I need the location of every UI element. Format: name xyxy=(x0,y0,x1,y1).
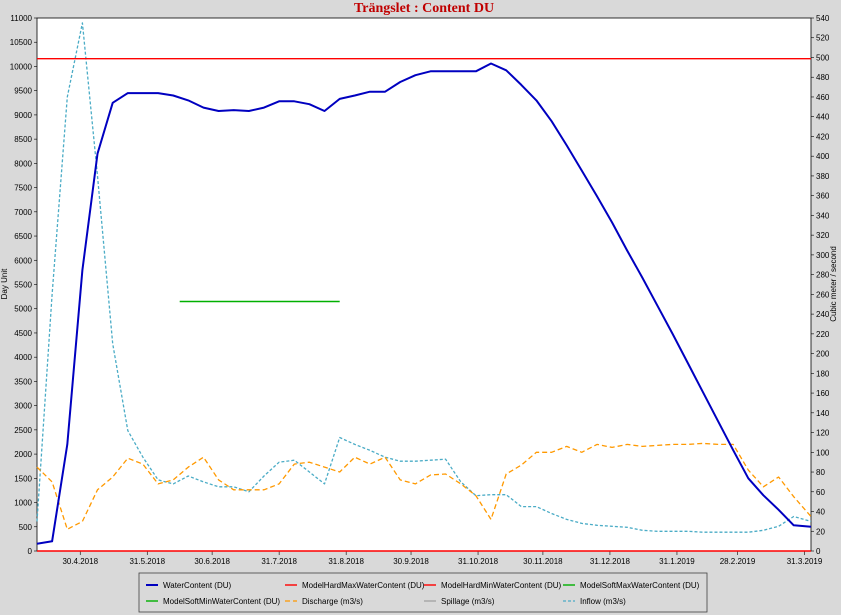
y2-tick-label: 140 xyxy=(816,409,830,418)
y-tick-label: 500 xyxy=(19,523,33,532)
y-axis-title: Day Unit xyxy=(0,268,9,299)
y-tick-label: 1000 xyxy=(14,499,32,508)
y2-tick-label: 300 xyxy=(816,251,830,260)
y-tick-label: 10000 xyxy=(10,62,33,71)
y-tick-label: 8000 xyxy=(14,159,32,168)
y2-tick-label: 280 xyxy=(816,271,830,280)
y-tick-label: 9000 xyxy=(14,111,32,120)
y2-tick-label: 160 xyxy=(816,389,830,398)
y2-tick-label: 200 xyxy=(816,350,830,359)
y-tick-label: 4000 xyxy=(14,353,32,362)
y2-tick-label: 520 xyxy=(816,34,830,43)
y2-tick-label: 540 xyxy=(816,14,830,23)
legend-label: WaterContent (DU) xyxy=(163,581,232,590)
y-tick-label: 2500 xyxy=(14,426,32,435)
plot-area xyxy=(36,17,812,552)
y-tick-label: 0 xyxy=(28,547,33,556)
x-tick-label: 31.5.2018 xyxy=(129,557,165,566)
y-tick-label: 2000 xyxy=(14,450,32,459)
y-tick-label: 1500 xyxy=(14,474,32,483)
x-tick-label: 31.8.2018 xyxy=(328,557,364,566)
y-tick-label: 5000 xyxy=(14,305,32,314)
x-tick-label: 30.6.2018 xyxy=(194,557,230,566)
y-tick-label: 3500 xyxy=(14,377,32,386)
legend xyxy=(138,572,708,613)
y2-tick-label: 180 xyxy=(816,369,830,378)
y-tick-label: 8500 xyxy=(14,135,32,144)
y2-tick-label: 500 xyxy=(816,53,830,62)
x-tick-label: 31.3.2019 xyxy=(787,557,823,566)
y2-tick-label: 80 xyxy=(816,468,825,477)
y2-tick-label: 260 xyxy=(816,290,830,299)
x-tick-label: 31.10.2018 xyxy=(458,557,499,566)
y2-tick-label: 440 xyxy=(816,113,830,122)
y2-tick-label: 400 xyxy=(816,152,830,161)
y2-tick-label: 320 xyxy=(816,231,830,240)
y-tick-label: 3000 xyxy=(14,402,32,411)
y-tick-label: 11000 xyxy=(10,14,32,23)
y2-tick-label: 20 xyxy=(816,527,825,536)
x-tick-label: 30.9.2018 xyxy=(393,557,429,566)
legend-label: ModelSoftMaxWaterContent (DU) xyxy=(580,581,700,590)
y2-tick-label: 60 xyxy=(816,488,825,497)
x-tick-label: 31.7.2018 xyxy=(261,557,297,566)
y2-tick-label: 340 xyxy=(816,211,830,220)
y-tick-label: 7500 xyxy=(14,184,32,193)
y-tick-label: 4500 xyxy=(14,329,32,338)
y2-tick-label: 380 xyxy=(816,172,830,181)
y-tick-label: 10500 xyxy=(10,38,33,47)
y2-tick-label: 220 xyxy=(816,330,830,339)
x-tick-label: 28.2.2019 xyxy=(720,557,756,566)
y-tick-label: 9500 xyxy=(14,87,32,96)
y-tick-label: 7000 xyxy=(14,208,32,217)
y2-tick-label: 480 xyxy=(816,73,830,82)
x-tick-label: 30.4.2018 xyxy=(62,557,98,566)
y2-tick-label: 460 xyxy=(816,93,830,102)
y2-tick-label: 240 xyxy=(816,310,830,319)
legend-label: Discharge (m3/s) xyxy=(302,597,363,606)
y-tick-label: 6000 xyxy=(14,256,32,265)
y2-tick-label: 360 xyxy=(816,192,830,201)
y2-axis-title: Cubic meter / second xyxy=(829,246,838,322)
x-tick-label: 31.12.2018 xyxy=(590,557,631,566)
y2-tick-label: 120 xyxy=(816,429,830,438)
legend-label: ModelHardMaxWaterContent (DU) xyxy=(302,581,425,590)
legend-label: ModelHardMinWaterContent (DU) xyxy=(441,581,562,590)
legend-label: Inflow (m3/s) xyxy=(580,597,626,606)
legend-label: Spillage (m3/s) xyxy=(441,597,495,606)
x-tick-label: 31.1.2019 xyxy=(659,557,695,566)
chart: Trängslet : Content DU 05001000150020002… xyxy=(0,0,841,615)
y2-tick-label: 100 xyxy=(816,448,830,457)
legend-label: ModelSoftMinWaterContent (DU) xyxy=(163,597,280,606)
y2-tick-label: 0 xyxy=(816,547,821,556)
y2-tick-label: 40 xyxy=(816,508,825,517)
x-tick-label: 30.11.2018 xyxy=(523,557,563,566)
y2-tick-label: 420 xyxy=(816,132,830,141)
y-tick-label: 5500 xyxy=(14,281,32,290)
y-tick-label: 6500 xyxy=(14,232,32,241)
chart-title: Trängslet : Content DU xyxy=(354,1,494,16)
